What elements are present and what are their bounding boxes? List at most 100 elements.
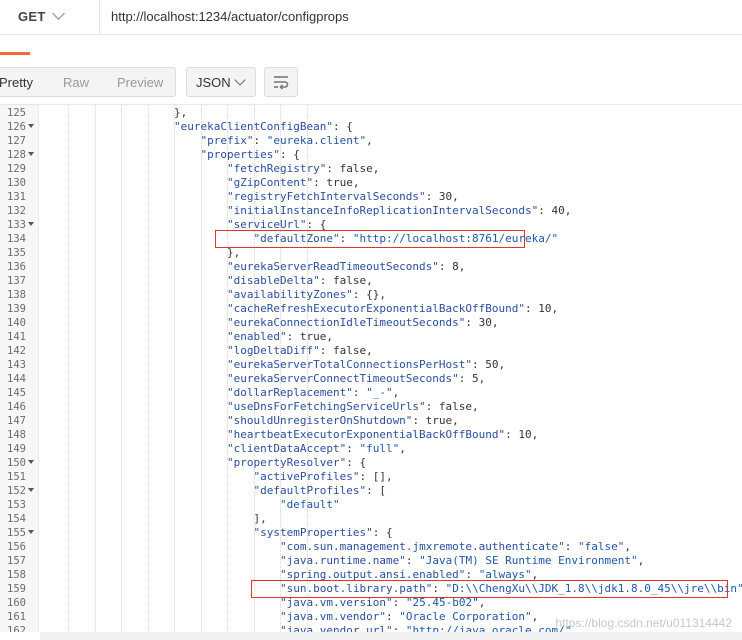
wrap-lines-button[interactable] [264, 67, 298, 97]
line-number: 152 [7, 485, 26, 497]
code-line: 129 "fetchRegistry": false, [0, 162, 742, 176]
line-number: 129 [7, 163, 26, 175]
code-text: "propertyResolver": { [227, 456, 367, 469]
code-line: 157 "java.runtime.name": "Java(TM) SE Run… [0, 554, 742, 568]
code-line: 132 "initialInstanceInfoReplicationInterv… [0, 204, 742, 218]
code-text: "eurekaServerConnectTimeoutSeconds": 5, [227, 372, 486, 385]
annotation-box [251, 580, 728, 598]
line-number: 153 [7, 499, 26, 511]
code-text: "useDnsForFetchingServiceUrls": false, [227, 400, 479, 413]
code-line: 131 "registryFetchIntervalSeconds": 30, [0, 190, 742, 204]
fold-arrow-icon[interactable] [28, 124, 34, 128]
line-number: 149 [7, 443, 26, 455]
horizontal-scrollbar[interactable] [40, 632, 742, 640]
code-line: 127 "prefix": "eureka.client", [0, 134, 742, 148]
fold-arrow-icon[interactable] [28, 152, 34, 156]
response-toolbar: Pretty Raw Preview JSON [0, 60, 742, 105]
code-text: "com.sun.management.jmxremote.authentica… [280, 540, 632, 553]
code-line: 146 "useDnsForFetchingServiceUrls": false… [0, 400, 742, 414]
code-line: 137 "disableDelta": false, [0, 274, 742, 288]
code-text: "heartbeatExecutorExponentialBackOffBoun… [227, 428, 539, 441]
code-line: 151 "activeProfiles": [], [0, 470, 742, 484]
code-text: "java.vm.version": "25.45-b02", [280, 596, 486, 609]
line-number: 127 [7, 135, 26, 147]
annotation-box [215, 230, 525, 248]
code-text: "java.vm.vendor": "Oracle Corporation", [280, 610, 539, 623]
line-number: 160 [7, 597, 26, 609]
code-text: "disableDelta": false, [227, 274, 373, 287]
code-line: 154], [0, 512, 742, 526]
tab-raw[interactable]: Raw [63, 75, 89, 90]
code-line: 160 "java.vm.version": "25.45-b02", [0, 596, 742, 610]
code-text: }, [227, 246, 241, 259]
code-text: "systemProperties": { [253, 526, 393, 539]
line-number: 125 [7, 107, 26, 119]
code-text: "java.runtime.name": "Java(TM) SE Runtim… [280, 554, 645, 567]
code-line: 126 "eurekaClientConfigBean": { [0, 120, 742, 134]
code-text: "enabled": true, [227, 330, 333, 343]
tab-preview[interactable]: Preview [117, 75, 163, 90]
code-line: 128 "properties": { [0, 148, 742, 162]
code-line: 135}, [0, 246, 742, 260]
fold-arrow-icon[interactable] [28, 488, 34, 492]
code-text: "properties": { [200, 148, 300, 161]
code-text: "clientDataAccept": "full", [227, 442, 406, 455]
code-text: "eurekaServerReadTimeoutSeconds": 8, [227, 260, 466, 273]
line-number: 134 [7, 233, 26, 245]
code-line: 125}, [0, 106, 742, 120]
line-number: 151 [7, 471, 26, 483]
url-input[interactable]: http://localhost:1234/actuator/configpro… [111, 9, 349, 24]
code-text: "defaultProfiles": [ [253, 484, 386, 497]
response-tabs [0, 34, 742, 54]
fold-arrow-icon[interactable] [28, 460, 34, 464]
line-number: 148 [7, 429, 26, 441]
line-number: 128 [7, 149, 26, 161]
code-text: "cacheRefreshExecutorExponentialBackOffB… [227, 302, 559, 315]
code-text: "shouldUnregisterOnShutdown": true, [227, 414, 459, 427]
code-text: "activeProfiles": [], [253, 470, 393, 483]
code-text: "registryFetchIntervalSeconds": 30, [227, 190, 459, 203]
line-number: 142 [7, 345, 26, 357]
code-text: "fetchRegistry": false, [227, 162, 380, 175]
code-line: 142 "logDeltaDiff": false, [0, 344, 742, 358]
code-text: ], [253, 512, 267, 525]
line-number: 145 [7, 387, 26, 399]
tab-pretty[interactable]: Pretty [0, 75, 33, 90]
line-number: 147 [7, 415, 26, 427]
line-number: 158 [7, 569, 26, 581]
line-number: 155 [7, 527, 26, 539]
code-line: 143 "eurekaServerTotalConnectionsPerHost"… [0, 358, 742, 372]
code-text: "java.vendor.url": "http://java.oracle.c… [280, 624, 579, 632]
line-number: 159 [7, 583, 26, 595]
watermark: https://blog.csdn.net/u011314442 [555, 616, 732, 630]
fold-arrow-icon[interactable] [28, 222, 34, 226]
code-line: 145 "dollarReplacement": "_-", [0, 386, 742, 400]
fold-arrow-icon[interactable] [28, 530, 34, 534]
method-selector[interactable]: GET [0, 0, 100, 34]
code-line: 149 "clientDataAccept": "full", [0, 442, 742, 456]
line-number: 136 [7, 261, 26, 273]
line-number: 135 [7, 247, 26, 259]
view-mode-segmented: Pretty Raw Preview [0, 67, 176, 97]
line-number: 141 [7, 331, 26, 343]
code-line: 147 "shouldUnregisterOnShutdown": true, [0, 414, 742, 428]
line-number: 144 [7, 373, 26, 385]
code-text: "availabilityZones": {}, [227, 288, 386, 301]
response-body[interactable]: 125}, 126 "eurekaClientConfigBean": {127 "p… [0, 105, 742, 632]
code-line: 138 "availabilityZones": {}, [0, 288, 742, 302]
code-text: "eurekaConnectionIdleTimeoutSeconds": 30… [227, 316, 499, 329]
line-number: 130 [7, 177, 26, 189]
line-number: 137 [7, 275, 26, 287]
code-line: 150 "propertyResolver": { [0, 456, 742, 470]
line-number: 156 [7, 541, 26, 553]
code-line: 152 "defaultProfiles": [ [0, 484, 742, 498]
code-line: 156 "com.sun.management.jmxremote.authent… [0, 540, 742, 554]
code-text: "eurekaClientConfigBean": { [174, 120, 353, 133]
line-number: 140 [7, 317, 26, 329]
format-dropdown[interactable]: JSON [186, 67, 256, 97]
code-line: 148 "heartbeatExecutorExponentialBackOffB… [0, 428, 742, 442]
wrap-icon [274, 76, 289, 90]
chevron-down-icon [52, 7, 65, 20]
code-text: "eurekaServerTotalConnectionsPerHost": 5… [227, 358, 506, 371]
code-line: 130 "gZipContent": true, [0, 176, 742, 190]
